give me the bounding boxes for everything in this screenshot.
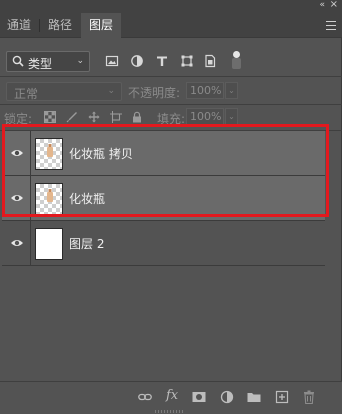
layer-filter-kind-select[interactable]: 类型 ⌄ xyxy=(6,51,90,72)
layer-row[interactable]: 图层 2 xyxy=(2,221,325,265)
divider xyxy=(2,265,325,266)
blend-mode-value: 正常 xyxy=(14,87,39,101)
layer-thumbnail xyxy=(35,183,63,215)
tab-divider xyxy=(39,19,40,32)
fx-icon[interactable]: fx xyxy=(166,388,178,403)
collapse-panel-icon[interactable]: « xyxy=(319,0,324,10)
lock-transparent-icon[interactable] xyxy=(44,111,56,123)
filter-toggle-knob[interactable] xyxy=(233,51,240,58)
eye-icon xyxy=(11,195,23,201)
layers-list: 化妆瓶 拷贝 化妆瓶 图层 2 xyxy=(2,131,325,381)
lock-label: 锁定: xyxy=(4,112,33,126)
eye-icon xyxy=(11,240,23,246)
layers-panel: « × 通道 路径 图层 类型 ⌄ 正常 ⌄ 不透明度: 100% ⌄ 锁定: … xyxy=(0,0,342,414)
panel-tab-bar: 通道 路径 图层 xyxy=(0,13,342,39)
link-layers-icon[interactable] xyxy=(138,390,152,404)
delete-layer-icon[interactable] xyxy=(302,390,316,404)
blend-mode-select[interactable]: 正常 ⌄ xyxy=(6,82,122,101)
bottle-thumbnail-icon xyxy=(47,189,53,202)
layers-bottom-toolbar: fx xyxy=(0,381,342,414)
new-layer-icon[interactable] xyxy=(275,390,289,404)
shape-filter-icon[interactable] xyxy=(180,54,194,68)
lock-position-icon[interactable] xyxy=(88,111,100,123)
tab-channels[interactable]: 通道 xyxy=(0,13,38,38)
layer-thumbnail xyxy=(35,138,63,170)
tab-paths[interactable]: 路径 xyxy=(41,13,79,38)
layer-name: 化妆瓶 拷贝 xyxy=(69,147,133,161)
visibility-toggle[interactable] xyxy=(2,176,31,220)
adjustment-filter-icon[interactable] xyxy=(130,54,144,68)
visibility-toggle[interactable] xyxy=(2,221,31,265)
lock-image-icon[interactable] xyxy=(66,111,78,123)
opacity-dropdown-icon[interactable]: ⌄ xyxy=(225,82,238,99)
divider xyxy=(0,104,342,105)
lock-artboard-icon[interactable] xyxy=(110,111,122,123)
panel-menu-icon[interactable] xyxy=(326,21,336,30)
layer-row[interactable]: 化妆瓶 xyxy=(2,176,325,220)
layer-name: 化妆瓶 xyxy=(69,192,106,206)
opacity-label: 不透明度: xyxy=(128,86,181,100)
tab-layers[interactable]: 图层 xyxy=(81,13,121,39)
divider xyxy=(0,76,342,77)
chevron-down-icon: ⌄ xyxy=(107,86,115,96)
chevron-down-icon: ⌄ xyxy=(76,56,84,66)
layer-thumbnail xyxy=(35,228,63,260)
type-filter-icon[interactable] xyxy=(155,54,169,68)
opacity-field[interactable]: 100% xyxy=(186,82,224,99)
panel-resize-grip[interactable] xyxy=(155,410,185,413)
new-group-icon[interactable] xyxy=(247,390,261,404)
panel-title-strip: « × xyxy=(0,0,342,13)
layer-row[interactable]: 化妆瓶 拷贝 xyxy=(2,131,325,175)
eye-icon xyxy=(11,150,23,156)
layers-scrollbar[interactable] xyxy=(326,131,340,381)
pixel-filter-icon[interactable] xyxy=(105,54,119,68)
search-icon xyxy=(12,55,24,67)
add-mask-icon[interactable] xyxy=(192,390,206,404)
adjustment-layer-icon[interactable] xyxy=(220,390,234,404)
close-panel-icon[interactable]: × xyxy=(330,0,338,10)
fill-field[interactable]: 100% xyxy=(186,108,224,125)
filter-toggle-icon[interactable] xyxy=(232,58,241,69)
visibility-toggle[interactable] xyxy=(2,131,31,175)
smartobject-filter-icon[interactable] xyxy=(203,54,217,68)
lock-all-icon[interactable] xyxy=(131,111,143,123)
filter-kind-label: 类型 xyxy=(28,57,53,71)
fill-dropdown-icon[interactable]: ⌄ xyxy=(225,108,238,125)
bottle-thumbnail-icon xyxy=(47,144,53,157)
layer-name: 图层 2 xyxy=(69,237,105,251)
fill-label: 填充: xyxy=(157,112,186,126)
